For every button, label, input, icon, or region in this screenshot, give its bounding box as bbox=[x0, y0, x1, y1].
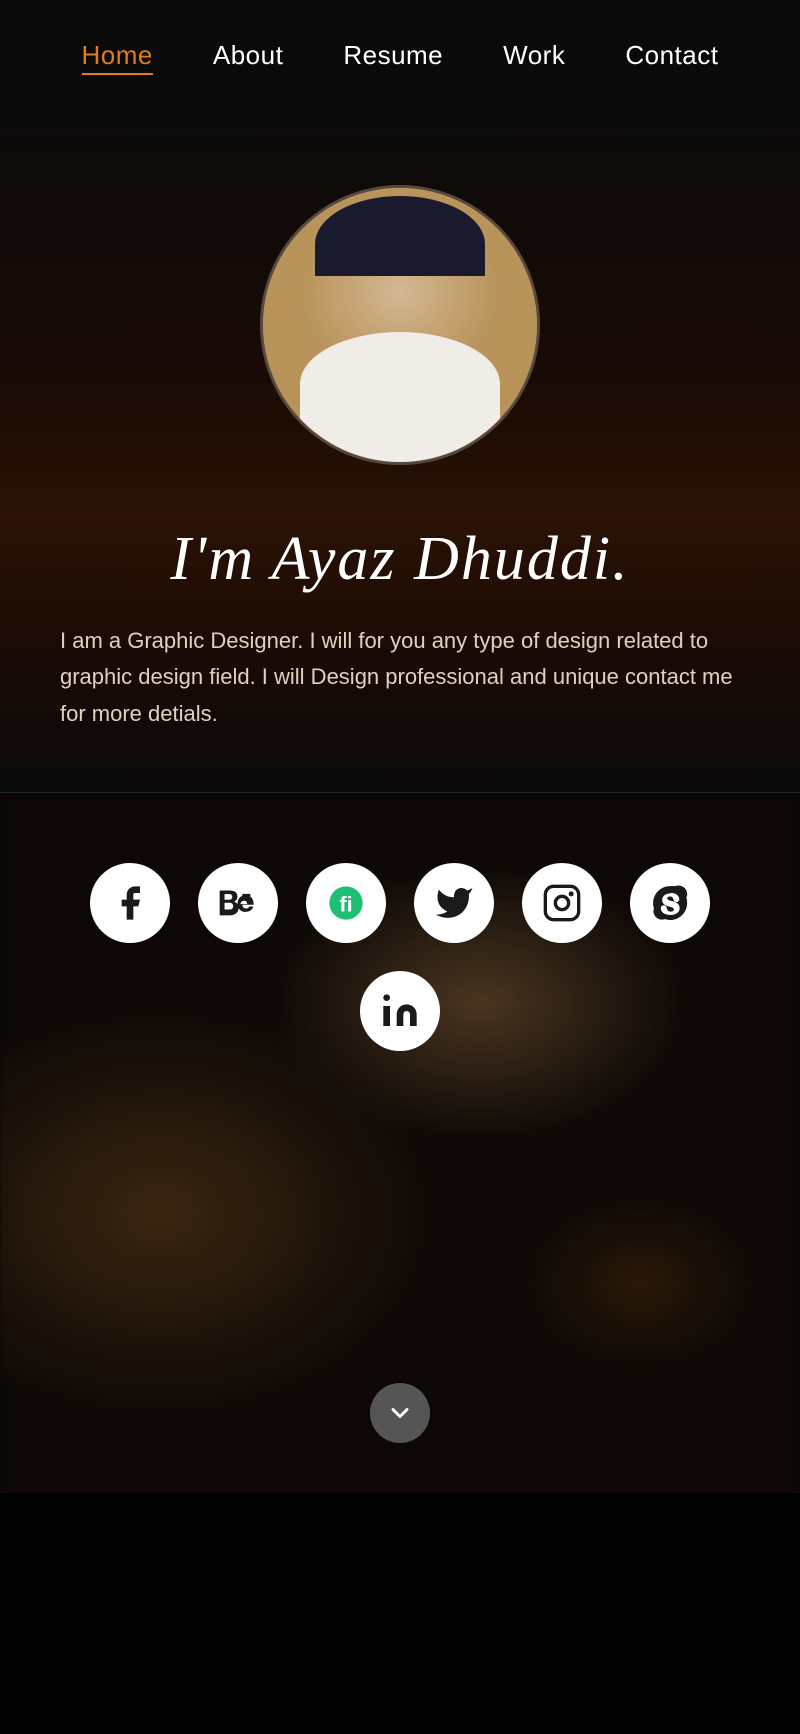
scroll-button-container bbox=[370, 1383, 430, 1443]
nav-resume[interactable]: Resume bbox=[343, 40, 443, 75]
nav-contact[interactable]: Contact bbox=[625, 40, 718, 75]
hero-section: I'm Ayaz Dhuddi. I am a Graphic Designer… bbox=[0, 105, 800, 792]
main-nav: Home About Resume Work Contact bbox=[0, 0, 800, 105]
hero-name: I'm Ayaz Dhuddi. bbox=[170, 525, 629, 593]
skype-icon[interactable] bbox=[630, 863, 710, 943]
avatar-image bbox=[263, 188, 537, 462]
twitter-icon[interactable] bbox=[414, 863, 494, 943]
hero-bio: I am a Graphic Designer. I will for you … bbox=[60, 623, 740, 732]
scroll-down-button[interactable] bbox=[370, 1383, 430, 1443]
fiverr-icon[interactable]: fi bbox=[306, 863, 386, 943]
instagram-icon[interactable] bbox=[522, 863, 602, 943]
facebook-icon[interactable] bbox=[90, 863, 170, 943]
behance-icon[interactable] bbox=[198, 863, 278, 943]
social-icons-container: fi bbox=[0, 793, 800, 1051]
nav-about[interactable]: About bbox=[213, 40, 283, 75]
svg-text:fi: fi bbox=[339, 891, 352, 916]
avatar bbox=[260, 185, 540, 465]
nav-work[interactable]: Work bbox=[503, 40, 565, 75]
linkedin-icon[interactable] bbox=[360, 971, 440, 1051]
nav-home[interactable]: Home bbox=[82, 40, 153, 75]
social-section: fi bbox=[0, 793, 800, 1493]
